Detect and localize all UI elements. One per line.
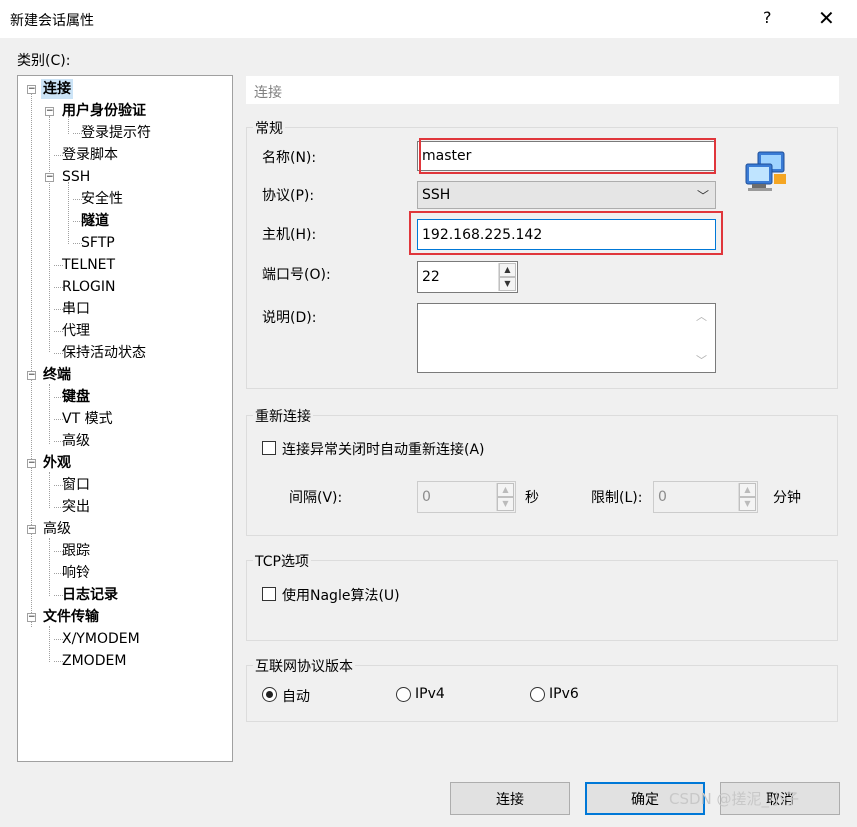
ipv4-radio[interactable] — [396, 687, 411, 702]
tree-item-zmodem[interactable]: ZMODEM — [62, 651, 126, 671]
port-spinner[interactable]: ▲ ▼ — [498, 263, 516, 291]
category-label: 类别(C): — [17, 53, 71, 69]
tree-item-advanced[interactable]: 高级 — [43, 519, 71, 539]
interval-unit: 秒 — [525, 490, 539, 506]
auto-reconnect-label: 连接异常关闭时自动重新连接(A) — [282, 442, 485, 458]
tree-item-trace[interactable]: 跟踪 — [62, 541, 90, 561]
tree-toggle-file-transfer[interactable]: − — [27, 613, 36, 622]
tree-item-logging[interactable]: 日志记录 — [62, 585, 118, 605]
name-label: 名称(N): — [262, 150, 317, 166]
panel-header-title: 连接 — [254, 85, 282, 101]
limit-unit: 分钟 — [773, 490, 801, 506]
scroll-up-icon[interactable]: ︿ — [696, 308, 707, 324]
host-highlight — [409, 211, 723, 255]
protocol-value: SSH — [422, 187, 451, 203]
spin-up-icon[interactable]: ▲ — [739, 483, 756, 497]
spin-down-icon[interactable]: ▼ — [497, 497, 514, 511]
tcp-group-title: TCP选项 — [253, 551, 311, 571]
tree-item-keep-alive[interactable]: 保持活动状态 — [62, 343, 146, 363]
title-bar — [0, 0, 857, 38]
port-label: 端口号(O): — [262, 267, 331, 283]
ip-auto-radio[interactable] — [262, 687, 277, 702]
ip-version-group-title: 互联网协议版本 — [253, 656, 355, 676]
protocol-label: 协议(P): — [262, 188, 315, 204]
help-button[interactable]: ? — [763, 8, 772, 27]
tree-toggle-ssh[interactable]: − — [45, 173, 54, 182]
tree-item-highlight[interactable]: 突出 — [62, 497, 90, 517]
spin-down-icon[interactable]: ▼ — [499, 277, 516, 291]
tree-toggle-advanced[interactable]: − — [27, 525, 36, 534]
tree-item-login-prompts[interactable]: 登录提示符 — [81, 123, 151, 143]
tree-item-user-auth[interactable]: 用户身份验证 — [62, 101, 146, 121]
tree-item-connection[interactable]: 连接 — [41, 79, 73, 99]
general-group-title: 常规 — [253, 118, 285, 138]
tree-item-sftp[interactable]: SFTP — [81, 233, 115, 253]
spin-down-icon[interactable]: ▼ — [739, 497, 756, 511]
host-label: 主机(H): — [262, 227, 317, 243]
tree-item-file-transfer[interactable]: 文件传输 — [43, 607, 99, 627]
close-button[interactable]: ✕ — [818, 6, 835, 30]
interval-label: 间隔(V): — [289, 490, 343, 506]
tree-item-keyboard[interactable]: 键盘 — [62, 387, 90, 407]
tree-item-security[interactable]: 安全性 — [81, 189, 123, 209]
tree-toggle-appearance[interactable]: − — [27, 459, 36, 468]
interval-spinner[interactable]: ▲ ▼ — [496, 483, 514, 511]
description-label: 说明(D): — [262, 310, 317, 326]
ipv6-label: IPv6 — [549, 686, 579, 702]
tree-item-serial[interactable]: 串口 — [62, 299, 90, 319]
tree-item-window[interactable]: 窗口 — [62, 475, 90, 495]
tree-item-vt-modes[interactable]: VT 模式 — [62, 409, 113, 429]
tree-item-proxy[interactable]: 代理 — [62, 321, 90, 341]
ip-auto-label: 自动 — [282, 689, 310, 705]
tree-toggle-connection[interactable]: − — [27, 85, 36, 94]
reconnect-group — [246, 415, 838, 536]
watermark: CSDN @搓泥_小子 — [669, 790, 800, 808]
tree-item-appearance[interactable]: 外观 — [43, 453, 71, 473]
limit-label: 限制(L): — [591, 490, 643, 506]
tree-toggle-auth[interactable]: − — [45, 107, 54, 116]
tree-item-login-script[interactable]: 登录脚本 — [62, 145, 118, 165]
tree-item-tunneling[interactable]: 隧道 — [81, 211, 109, 231]
connect-button[interactable]: 连接 — [450, 782, 570, 815]
nagle-label: 使用Nagle算法(U) — [282, 588, 400, 604]
tree-item-terminal-advanced[interactable]: 高级 — [62, 431, 90, 451]
tree-item-rlogin[interactable]: RLOGIN — [62, 277, 116, 297]
session-computers-icon — [745, 151, 786, 191]
scroll-down-icon[interactable]: ﹀ — [696, 352, 707, 368]
tree-item-xymodem[interactable]: X/YMODEM — [62, 629, 140, 649]
window-title: 新建会话属性 — [10, 13, 94, 29]
chevron-down-icon: ﹀ — [696, 189, 709, 203]
category-tree[interactable]: − − − − − − − 连接 用户身份验证 登录提示符 登录脚本 SSH 安… — [17, 75, 233, 762]
panel-header: 连接 — [246, 76, 839, 104]
auto-reconnect-checkbox[interactable] — [262, 441, 276, 455]
description-textarea[interactable] — [417, 303, 716, 373]
limit-spinner[interactable]: ▲ ▼ — [738, 483, 756, 511]
tree-toggle-terminal[interactable]: − — [27, 371, 36, 380]
ipv4-label: IPv4 — [415, 686, 445, 702]
tree-item-terminal[interactable]: 终端 — [43, 365, 71, 385]
ipv6-radio[interactable] — [530, 687, 545, 702]
reconnect-group-title: 重新连接 — [253, 406, 313, 426]
tree-item-ssh[interactable]: SSH — [62, 167, 90, 187]
tree-item-telnet[interactable]: TELNET — [62, 255, 115, 275]
spin-up-icon[interactable]: ▲ — [499, 263, 516, 277]
nagle-checkbox[interactable] — [262, 587, 276, 601]
tree-item-bell[interactable]: 响铃 — [62, 563, 90, 583]
spin-up-icon[interactable]: ▲ — [497, 483, 514, 497]
name-highlight — [419, 138, 716, 174]
protocol-select[interactable]: SSH ﹀ — [417, 181, 716, 209]
